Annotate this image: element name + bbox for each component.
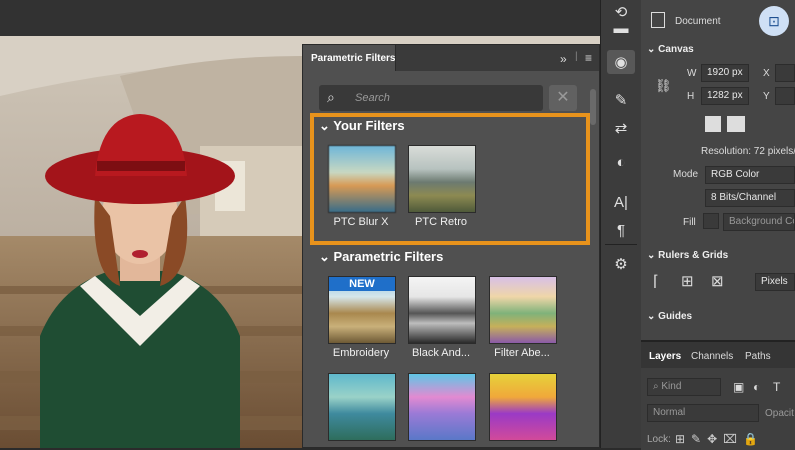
filter-thumbnail-yellow[interactable] xyxy=(489,373,557,441)
search-input[interactable]: ⌕ Search xyxy=(319,85,543,111)
pixel-layer-filter-icon[interactable]: ▣ xyxy=(733,380,744,394)
tab-paths[interactable]: Paths xyxy=(745,351,771,362)
guides-section-header: ⌄ Guides xyxy=(647,311,693,321)
kind-placeholder: Kind xyxy=(661,381,682,392)
width-label: W xyxy=(687,68,697,79)
layers-panel: Layers Channels Paths ⌕ Kind ▣ ◐ T Norma… xyxy=(641,340,795,450)
canvas-heading: Canvas xyxy=(658,44,694,55)
link-dimensions-icon[interactable]: ⛓ xyxy=(655,78,672,94)
filter-thumbnail-filter-aberration[interactable] xyxy=(489,276,557,344)
properties-panel: Document ⊡ ⌄ Canvas ⛓ W 1920 px X H 1282… xyxy=(641,0,795,450)
rulers-heading: Rulers & Grids xyxy=(658,250,729,261)
filter-thumbnail-pink[interactable] xyxy=(408,373,476,441)
fill-label: Fill xyxy=(683,217,696,228)
x-label: X xyxy=(763,68,770,79)
search-icon: ⌕ xyxy=(327,89,335,105)
filter-label: Embroidery xyxy=(332,347,390,359)
filter-thumbnail-embroidery[interactable]: NEW xyxy=(328,276,396,344)
panel-menu-icon[interactable]: ≡ xyxy=(585,51,592,65)
plugins-icon[interactable]: ◉ xyxy=(607,50,635,74)
height-field[interactable]: 1282 px xyxy=(701,87,749,105)
filter-label: PTC Retro xyxy=(415,216,467,228)
top-bar xyxy=(0,0,600,36)
parametric-filters-panel: Parametric Filters » | ≡ ⌕ Search ✕ ⌄ Yo… xyxy=(302,44,600,448)
filter-label: Black And... xyxy=(411,347,471,359)
filter-label: PTC Blur X xyxy=(333,216,389,228)
mode-dropdown[interactable]: RGB Color xyxy=(705,166,795,184)
landscape-orientation-icon[interactable] xyxy=(727,116,745,132)
mode-label: Mode xyxy=(673,169,699,180)
screenshot-scan-icon[interactable]: ⊡ xyxy=(759,6,789,36)
collapse-panel-icon[interactable]: » xyxy=(560,52,567,66)
paragraph-icon[interactable]: ¶ xyxy=(607,218,635,242)
tab-layers[interactable]: Layers xyxy=(649,351,681,362)
panel-icon-strip: ⟲ ▬ ◉ ✎ ⇄ ◐ A| ¶ ⚙ xyxy=(600,0,642,448)
blend-mode-dropdown[interactable]: Normal xyxy=(647,404,759,422)
brush-icon[interactable]: ✎ xyxy=(607,88,635,112)
header-divider: | xyxy=(575,51,578,62)
toolstrip-divider xyxy=(605,244,637,245)
guides-heading: Guides xyxy=(658,311,693,321)
panel-title: Parametric Filters xyxy=(311,53,396,64)
panel-scrollbar[interactable] xyxy=(590,89,596,125)
layer-kind-filter[interactable]: ⌕ Kind xyxy=(647,378,721,396)
adjustment-layer-filter-icon[interactable]: ◐ xyxy=(753,380,760,394)
fill-swatch[interactable] xyxy=(703,213,719,229)
parametric-filters-heading: Parametric Filters xyxy=(333,249,444,264)
document-label: Document xyxy=(675,16,721,27)
adjustments-icon[interactable]: ⇄ xyxy=(607,116,635,140)
opacity-label: Opacit xyxy=(765,408,794,419)
filter-thumbnail-teal[interactable] xyxy=(328,373,396,441)
lock-label: Lock: xyxy=(647,434,671,445)
character-icon[interactable]: A| xyxy=(607,190,635,214)
type-layer-filter-icon[interactable]: T xyxy=(773,380,780,394)
portrait-orientation-icon[interactable] xyxy=(705,116,721,132)
comments-icon[interactable]: ▬ xyxy=(607,16,635,40)
properties-icon[interactable]: ⚙ xyxy=(607,252,635,276)
clear-search-icon[interactable]: ✕ xyxy=(549,85,577,111)
filter-thumbnail-ptc-retro[interactable] xyxy=(408,145,476,213)
your-filters-section-header[interactable]: ⌄ Your Filters xyxy=(319,118,405,134)
filter-label: Filter Abe... xyxy=(494,347,550,359)
filter-thumbnail-black-and-white[interactable] xyxy=(408,276,476,344)
height-label: H xyxy=(687,91,695,102)
new-badge: NEW xyxy=(329,277,395,291)
y-field[interactable] xyxy=(775,87,795,105)
canvas-section-header: ⌄ Canvas xyxy=(647,44,694,55)
search-placeholder: Search xyxy=(355,92,390,104)
ruler-units-dropdown[interactable]: Pixels xyxy=(755,273,795,291)
grid-icon[interactable]: ⊞ xyxy=(681,272,694,290)
tab-channels[interactable]: Channels xyxy=(691,351,733,362)
bit-depth-dropdown[interactable]: 8 Bits/Channel xyxy=(705,189,795,207)
lock-icons[interactable]: ⊞✎✥⌧🔒 xyxy=(675,432,764,446)
libraries-icon[interactable]: ◐ xyxy=(607,150,635,174)
width-field[interactable]: 1920 px xyxy=(701,64,749,82)
your-filters-heading: Your Filters xyxy=(333,118,405,133)
pixel-grid-icon[interactable]: ⊠ xyxy=(711,272,724,290)
fill-dropdown[interactable]: Background Co xyxy=(723,213,795,231)
filter-thumbnail-ptc-blur-x[interactable] xyxy=(328,145,396,213)
parametric-filters-section-header[interactable]: ⌄ Parametric Filters xyxy=(319,249,443,265)
resolution-text: Resolution: 72 pixels/in xyxy=(701,146,795,157)
rulers-section-header: ⌄ Rulers & Grids xyxy=(647,250,729,261)
y-label: Y xyxy=(763,91,770,102)
x-field[interactable] xyxy=(775,64,795,82)
document-icon xyxy=(651,12,665,28)
ruler-icon[interactable]: ⌈ xyxy=(653,272,659,290)
